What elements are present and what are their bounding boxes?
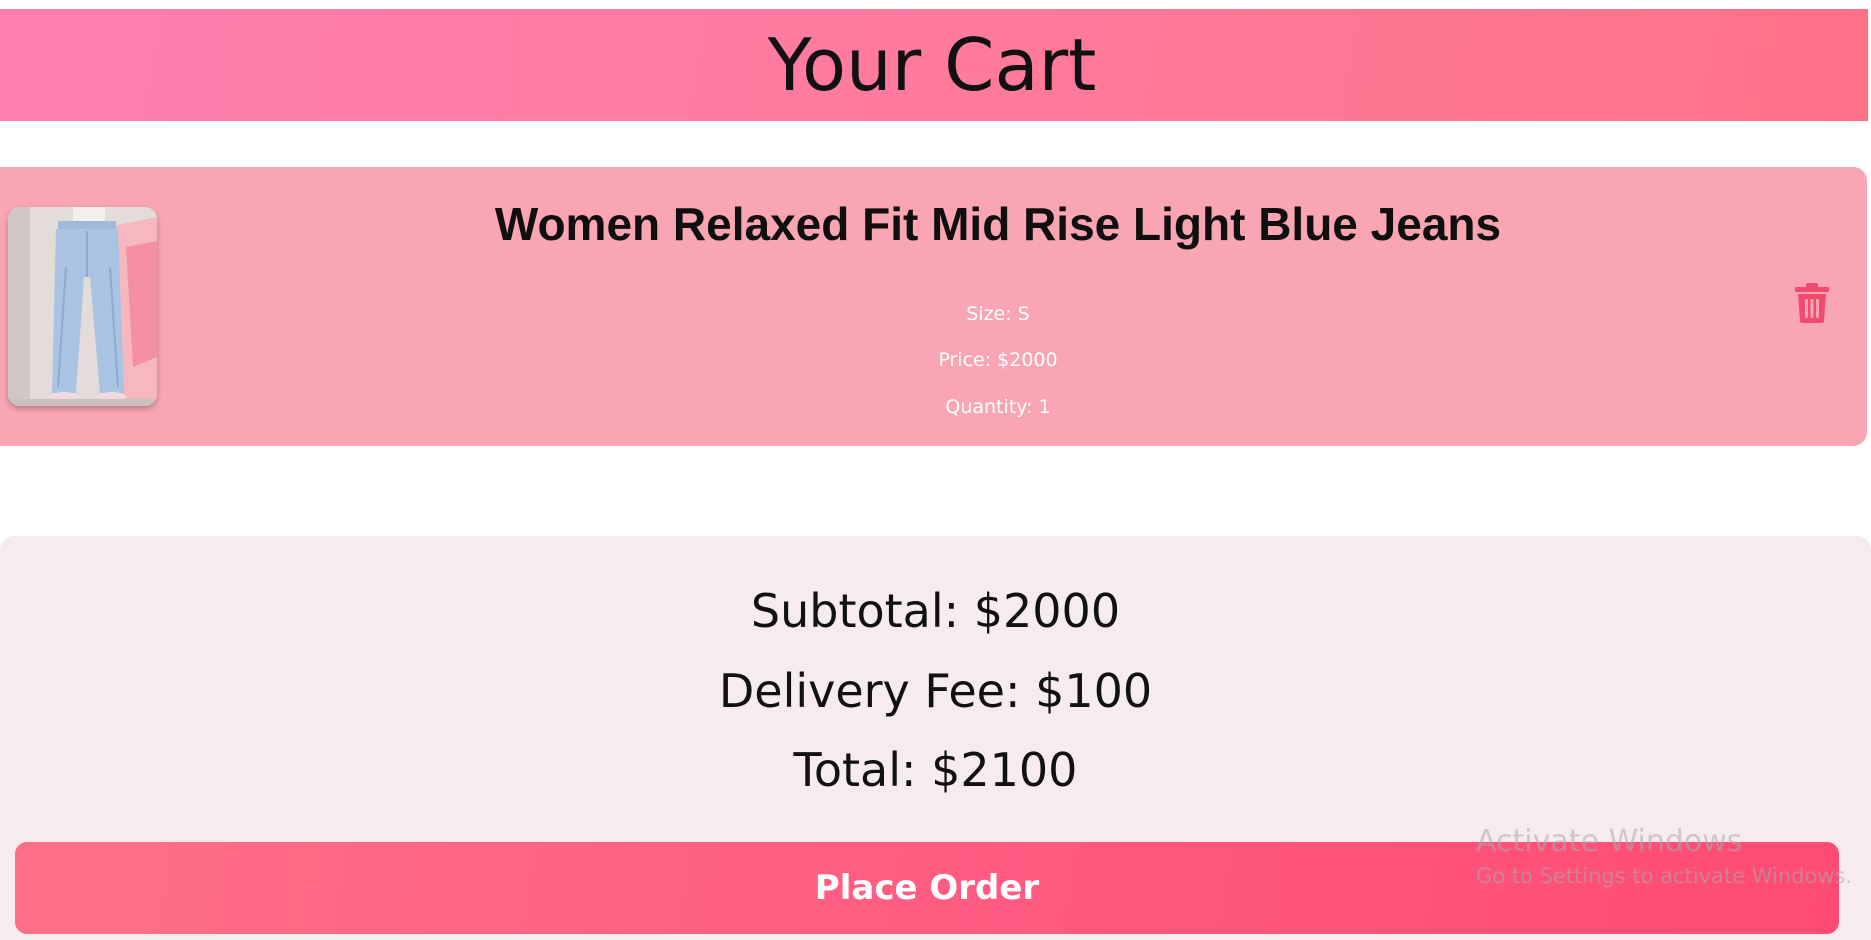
remove-item-button[interactable] (1795, 283, 1829, 323)
cart-item-details: Women Relaxed Fit Mid Rise Light Blue Je… (200, 167, 1796, 446)
page-title: Your Cart (767, 23, 1097, 107)
cart-item: Women Relaxed Fit Mid Rise Light Blue Je… (0, 167, 1867, 446)
delivery-fee-text: Delivery Fee: $100 (718, 664, 1153, 718)
product-thumbnail[interactable] (8, 207, 157, 406)
subtotal-text: Subtotal: $2000 (750, 584, 1121, 638)
place-order-button[interactable]: Place Order (15, 842, 1839, 934)
product-price: Price: $2000 (938, 349, 1058, 371)
cart-header: Your Cart (0, 9, 1868, 121)
product-size: Size: S (966, 303, 1030, 325)
product-quantity: Quantity: 1 (945, 396, 1051, 418)
trash-icon (1795, 283, 1829, 323)
product-name: Women Relaxed Fit Mid Rise Light Blue Je… (494, 198, 1502, 250)
jeans-product-photo (8, 207, 157, 406)
total-text: Total: $2100 (793, 743, 1078, 797)
order-summary: Subtotal: $2000 Delivery Fee: $100 Total… (0, 536, 1871, 940)
